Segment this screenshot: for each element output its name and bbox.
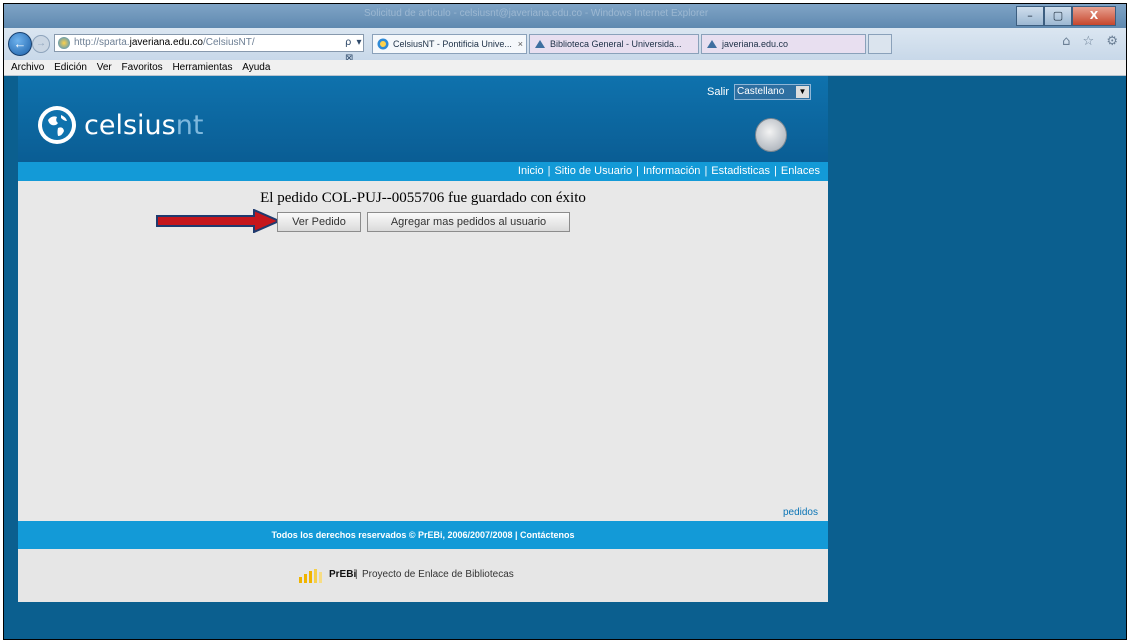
logo-main-text: celsius <box>84 110 176 141</box>
copyright-text: Todos los derechos reservados © PrEBi, 2… <box>271 530 575 540</box>
success-message: El pedido COL-PUJ--0055706 fue guardado … <box>260 190 586 206</box>
nav-informacion[interactable]: Información <box>643 165 700 177</box>
url-path: /CelsiusNT/ <box>202 37 255 48</box>
prebi-footer: PrEBi | Proyecto de Enlace de Biblioteca… <box>18 549 828 602</box>
back-button[interactable]: ← <box>8 32 32 56</box>
dropdown-arrow-icon[interactable]: ▼ <box>796 86 809 98</box>
pedidos-link[interactable]: pedidos <box>783 507 818 518</box>
prebi-description: Proyecto de Enlace de Bibliotecas <box>362 569 514 580</box>
nav-separator: | <box>704 165 708 177</box>
language-value: Castellano <box>737 86 785 97</box>
menu-favoritos[interactable]: Favoritos <box>122 62 163 73</box>
agregar-pedidos-button[interactable]: Agregar mas pedidos al usuario <box>367 212 570 232</box>
title-bar: Solicitud de articulo - celsiusnt@javeri… <box>4 4 1126 28</box>
window-controls: – ▢ X <box>1016 6 1116 26</box>
browser-window: Solicitud de articulo - celsiusnt@javeri… <box>3 3 1127 640</box>
site-footer: Todos los derechos reservados © PrEBi, 2… <box>18 521 828 549</box>
globe-logo-icon <box>38 106 76 144</box>
menu-ayuda[interactable]: Ayuda <box>242 62 270 73</box>
library-icon <box>707 40 717 48</box>
red-arrow-icon <box>156 209 281 233</box>
address-bar[interactable]: http://sparta.javeriana.edu.co/CelsiusNT… <box>54 34 364 96</box>
language-select[interactable]: Castellano ▼ <box>734 84 811 100</box>
navigation-bar: ← → http://sparta.javeriana.edu.co/Celsi… <box>4 28 1126 96</box>
nav-separator: | <box>636 165 639 177</box>
minimize-button[interactable]: – <box>1016 6 1044 26</box>
tab-celsiusnt[interactable]: CelsiusNT - Pontificia Unive... × <box>372 34 527 54</box>
url-domain: javeriana.edu.co <box>129 37 203 48</box>
home-favorites-tools-icon[interactable]: ⌂ ☆ ⚙ <box>1062 34 1122 49</box>
back-arrow-icon: ← <box>13 36 27 51</box>
salir-link[interactable]: Salir <box>707 86 729 98</box>
nav-separator: | <box>547 165 551 177</box>
close-tab-icon[interactable]: × <box>518 35 523 53</box>
site-header: celsiusnt Salir Castellano ▼ <box>18 76 828 162</box>
tab-biblioteca[interactable]: Biblioteca General - Universida... <box>529 34 699 54</box>
menu-edicion[interactable]: Edición <box>54 62 87 73</box>
main-content: El pedido COL-PUJ--0055706 fue guardado … <box>18 181 828 521</box>
menu-bar: Archivo Edición Ver Favoritos Herramient… <box>4 60 1126 76</box>
prebi-name: PrEBi <box>329 569 357 580</box>
ie-tab-icon <box>377 38 389 50</box>
tab-label: CelsiusNT - Pontificia Unive... <box>393 39 512 49</box>
new-tab-button[interactable] <box>868 34 892 54</box>
menu-herramientas[interactable]: Herramientas <box>172 62 232 73</box>
library-icon <box>535 40 545 48</box>
url-prefix: http://sparta. <box>74 37 130 48</box>
tab-javeriana[interactable]: javeriana.edu.co <box>701 34 866 54</box>
tab-label: javeriana.edu.co <box>722 39 789 49</box>
ver-pedido-button[interactable]: Ver Pedido <box>277 212 361 232</box>
nav-estadisticas[interactable]: Estadisticas <box>711 165 770 177</box>
site-nav: Inicio | Sitio de Usuario | Información | Esta… <box>18 162 828 181</box>
web-page: celsiusnt Salir Castellano ▼ Inicio | Siti… <box>18 76 828 602</box>
ie-favicon-icon <box>58 37 70 49</box>
tab-label: Biblioteca General - Universida... <box>550 39 682 49</box>
nav-separator: | <box>774 165 777 177</box>
logo-suffix-text: nt <box>175 110 204 141</box>
nav-inicio[interactable]: Inicio <box>518 165 544 177</box>
maximize-button[interactable]: ▢ <box>1044 6 1072 26</box>
window-title: Solicitud de articulo - celsiusnt@javeri… <box>364 8 709 19</box>
nav-sitio-de-usuario[interactable]: Sitio de Usuario <box>554 165 632 177</box>
close-window-button[interactable]: X <box>1072 6 1116 26</box>
celsiusnt-logo: celsiusnt <box>84 110 203 141</box>
prebi-separator: | <box>355 569 358 580</box>
prebi-logo-icon <box>299 569 322 583</box>
menu-archivo[interactable]: Archivo <box>11 62 44 73</box>
nav-enlaces[interactable]: Enlaces <box>781 165 820 177</box>
forward-button[interactable]: → <box>32 35 50 53</box>
forward-arrow-icon: → <box>36 38 46 49</box>
university-seal-icon <box>755 118 787 152</box>
menu-ver[interactable]: Ver <box>97 62 112 73</box>
